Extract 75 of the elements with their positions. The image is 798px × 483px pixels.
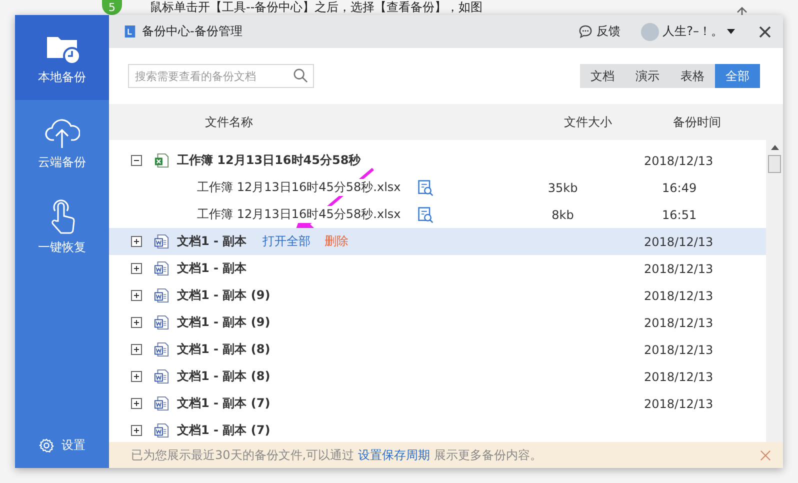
expand-icon[interactable]: [131, 344, 142, 355]
file-size: 35kb: [546, 180, 579, 194]
document-file-icon: [154, 315, 169, 330]
app-icon: [124, 24, 136, 39]
window-title: 备份中心-备份管理: [142, 23, 244, 40]
caret-icon: [727, 29, 735, 34]
close-icon[interactable]: [759, 26, 771, 38]
file-group-name: 文档1 - 副本: [177, 233, 247, 250]
scrollbar[interactable]: [766, 140, 783, 442]
document-file-icon: [154, 261, 169, 276]
file-name: 工作簿 12月13日16时45分58秒.xlsx: [197, 206, 401, 223]
backup-date: 2018/12/13: [644, 288, 714, 302]
preview-icon[interactable]: [416, 206, 434, 223]
column-header: 文件名称: [205, 114, 254, 130]
step-number: 5: [102, 0, 122, 15]
backup-date: 2018/12/13: [644, 262, 714, 276]
file-group-name: 文档1 - 副本 (7): [177, 422, 270, 439]
open-all-link[interactable]: 打开全部: [262, 233, 311, 250]
expand-icon[interactable]: [131, 290, 142, 301]
file-group-name: 文档1 - 副本 (8): [177, 368, 270, 385]
expand-icon[interactable]: [131, 371, 142, 382]
document-file-icon: [154, 369, 169, 384]
backup-date: 2018/12/13: [644, 154, 714, 168]
backup-date: 2018/12/13: [644, 370, 714, 384]
spreadsheet-file-icon: [154, 153, 169, 168]
expand-icon[interactable]: [131, 236, 142, 247]
sidebar-tab[interactable]: 本地备份: [15, 15, 109, 100]
document-file-icon: [154, 423, 169, 438]
expand-icon[interactable]: [131, 398, 142, 409]
scroll-thumb[interactable]: [768, 155, 781, 173]
preview-icon[interactable]: [416, 179, 434, 196]
collapse-icon[interactable]: [131, 155, 142, 166]
backup-date: 2018/12/13: [644, 316, 714, 330]
user-menu[interactable]: 人生?–！。: [640, 22, 735, 40]
backup-time: 16:49: [661, 180, 698, 194]
settings-button[interactable]: 设置: [15, 430, 109, 460]
document-file-icon: [154, 288, 169, 303]
expand-icon[interactable]: [131, 263, 142, 274]
file-group-name: 文档1 - 副本 (9): [177, 314, 270, 331]
column-header: 备份时间: [672, 114, 722, 130]
expand-icon[interactable]: [131, 317, 142, 328]
filter-tab[interactable]: 全部: [715, 64, 760, 88]
filter-tab[interactable]: 表格: [670, 64, 715, 88]
backup-date: 2018/12/13: [644, 342, 714, 356]
document-file-icon: [154, 342, 169, 357]
backup-date: 2018/12/13: [644, 234, 714, 248]
file-group-name: 文档1 - 副本 (7): [177, 395, 270, 412]
settings-icon: [38, 438, 54, 452]
file-group-name: 工作簿 12月13日16时45分58秒: [177, 152, 361, 169]
scroll-up-icon[interactable]: [770, 145, 778, 150]
search-icon: [293, 68, 308, 83]
chat-bubble-icon: [578, 24, 593, 39]
filter-tab[interactable]: 演示: [625, 64, 670, 88]
file-group-name: 文档1 - 副本 (8): [177, 341, 270, 358]
sidebar-tab[interactable]: 云端备份: [15, 100, 109, 185]
document-file-icon: [154, 234, 169, 249]
selected-row[interactable]: 文档1 - 副本 打开全部 删除 2018/12/13: [109, 228, 766, 255]
file-group-name: 文档1 - 副本: [177, 260, 247, 277]
step-instruction: 鼠标单击开【工具--备份中心】之后，选择【查看备份】，如图: [150, 1, 483, 14]
notice-text: 已为您展示最近30天的备份文件,可以通过: [131, 446, 354, 464]
backup-time: 16:51: [661, 208, 698, 222]
search-field[interactable]: 搜索需要查看的备份文档: [128, 64, 314, 88]
column-header: 文件大小: [563, 114, 613, 130]
avatar: [640, 22, 659, 40]
expand-icon[interactable]: [131, 425, 142, 436]
file-group-name: 文档1 - 副本 (9): [177, 287, 270, 304]
feedback-button[interactable]: 反馈: [578, 23, 621, 40]
file-size: 8kb: [550, 208, 575, 222]
notice-link[interactable]: 设置保存周期: [358, 446, 430, 464]
backup-date: 2018/12/13: [644, 396, 714, 410]
sidebar-tab[interactable]: 一键恢复: [15, 185, 109, 270]
notice-text: 展示更多备份内容。: [434, 446, 542, 464]
file-name: 工作簿 12月13日16时45分58秒.xlsx: [197, 179, 401, 196]
document-file-icon: [154, 396, 169, 411]
filter-tab[interactable]: 文档: [580, 64, 625, 88]
